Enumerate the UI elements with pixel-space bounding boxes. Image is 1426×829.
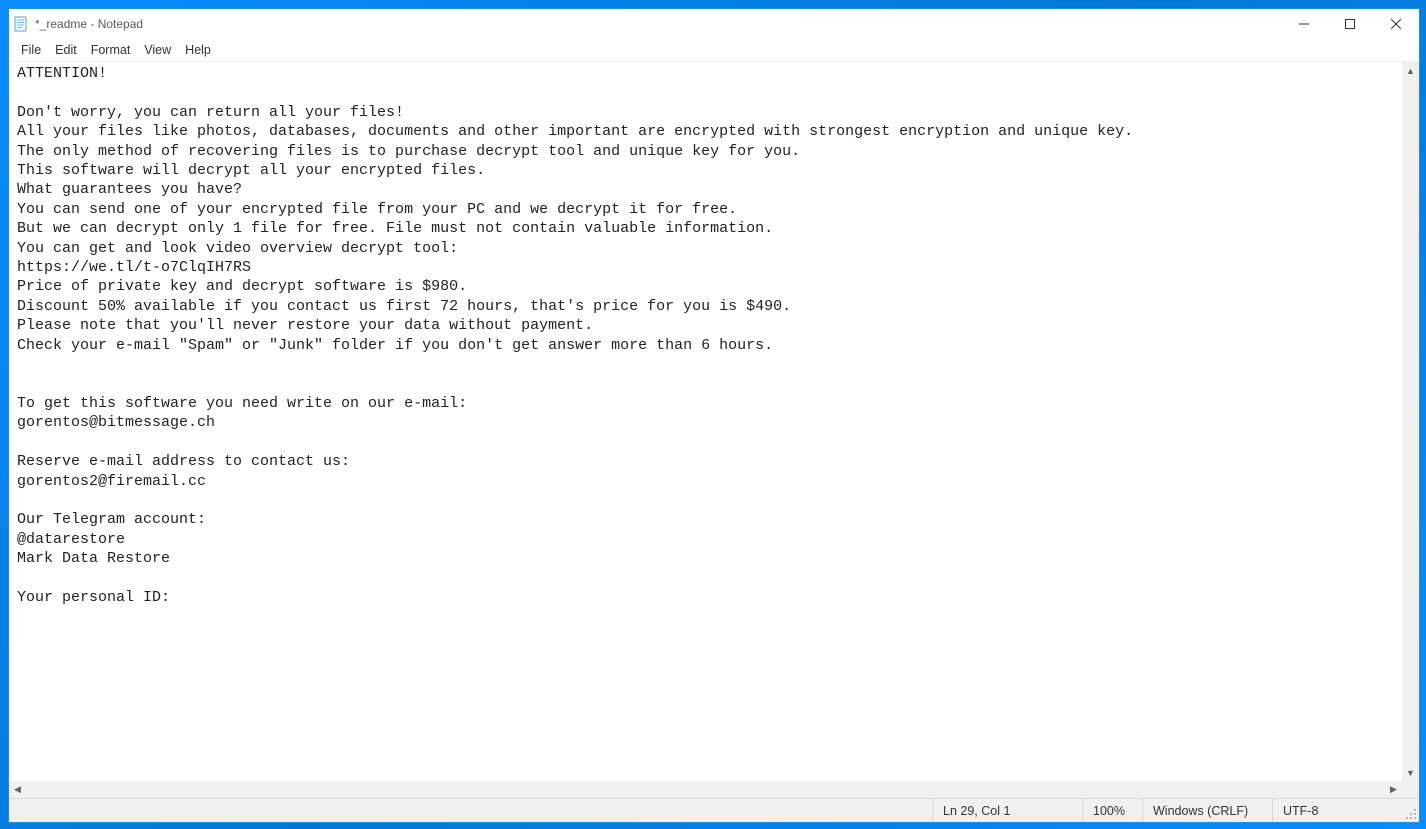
close-button[interactable]: [1373, 9, 1419, 39]
menu-file[interactable]: File: [15, 41, 47, 59]
vertical-scrollbar[interactable]: ▲ ▼: [1402, 62, 1419, 781]
status-spacer: [9, 799, 932, 822]
status-zoom: 100%: [1082, 799, 1142, 822]
notepad-icon: [13, 16, 29, 32]
menu-view[interactable]: View: [138, 41, 177, 59]
notepad-window: *_readme - Notepad File Edit Format View…: [8, 8, 1420, 823]
text-editor[interactable]: ATTENTION! Don't worry, you can return a…: [9, 62, 1402, 781]
resize-grip-icon[interactable]: [1402, 799, 1419, 822]
scroll-left-arrow-icon[interactable]: ◀: [9, 781, 26, 798]
menubar: File Edit Format View Help: [9, 39, 1419, 61]
minimize-button[interactable]: [1281, 9, 1327, 39]
scroll-down-arrow-icon[interactable]: ▼: [1402, 764, 1419, 781]
scroll-up-arrow-icon[interactable]: ▲: [1402, 62, 1419, 79]
scroll-right-arrow-icon[interactable]: ▶: [1385, 781, 1402, 798]
horizontal-scrollbar[interactable]: ◀ ▶: [9, 781, 1402, 798]
window-title: *_readme - Notepad: [35, 17, 143, 31]
status-line-ending: Windows (CRLF): [1142, 799, 1272, 822]
menu-help[interactable]: Help: [179, 41, 217, 59]
menu-edit[interactable]: Edit: [49, 41, 83, 59]
horizontal-scroll-track[interactable]: [26, 781, 1385, 798]
scroll-corner: [1402, 781, 1419, 798]
statusbar: Ln 29, Col 1 100% Windows (CRLF) UTF-8: [9, 798, 1419, 822]
maximize-button[interactable]: [1327, 9, 1373, 39]
titlebar[interactable]: *_readme - Notepad: [9, 9, 1419, 39]
status-encoding: UTF-8: [1272, 799, 1402, 822]
status-cursor-position: Ln 29, Col 1: [932, 799, 1082, 822]
vertical-scroll-track[interactable]: [1402, 79, 1419, 764]
editor-area: ATTENTION! Don't worry, you can return a…: [9, 61, 1419, 798]
menu-format[interactable]: Format: [85, 41, 137, 59]
window-controls: [1281, 9, 1419, 39]
